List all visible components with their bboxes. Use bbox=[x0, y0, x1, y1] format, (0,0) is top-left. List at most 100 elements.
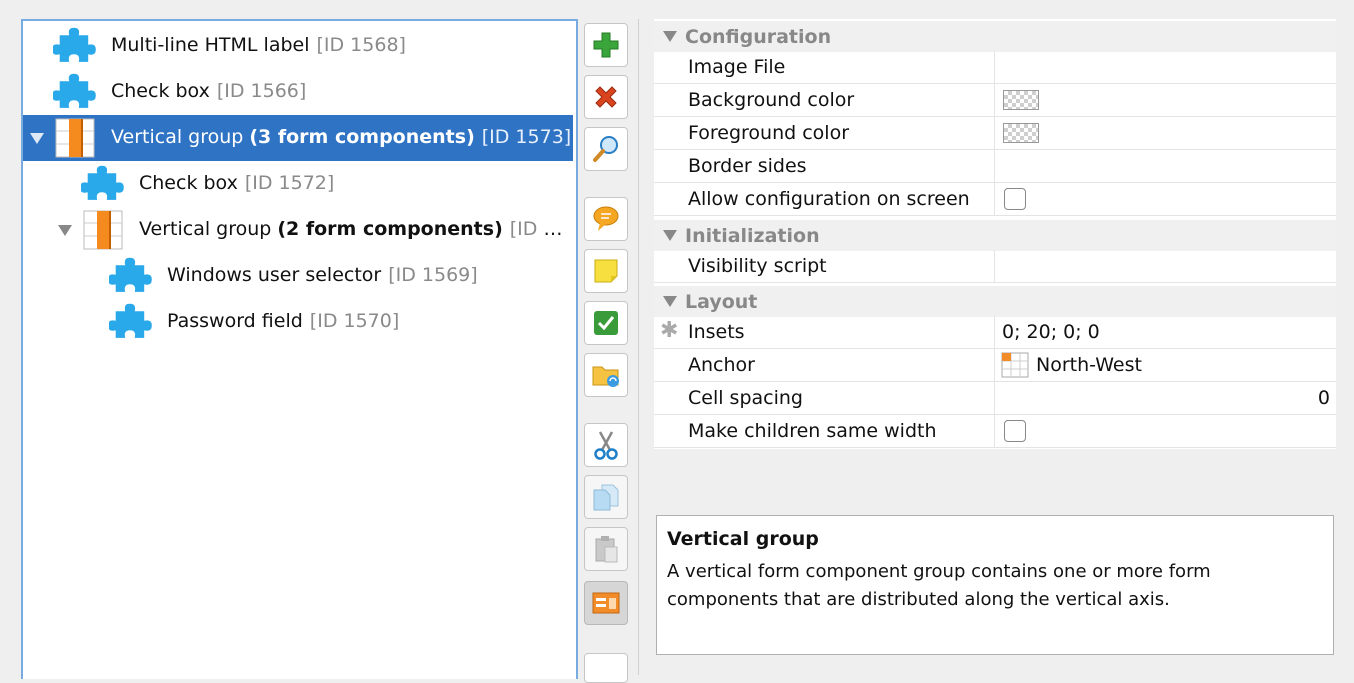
property-value[interactable] bbox=[994, 150, 1336, 182]
section-title: Layout bbox=[685, 290, 758, 313]
section-title: Configuration bbox=[685, 25, 832, 48]
property-row-cell-spacing[interactable]: Cell spacing 0 bbox=[654, 382, 1336, 415]
sticky-note-icon bbox=[594, 259, 618, 283]
property-name: Visibility script bbox=[688, 255, 827, 277]
tree-item[interactable]: Check box [ID 1572] bbox=[23, 161, 573, 207]
property-row-allow-configuration[interactable]: Allow configuration on screen bbox=[654, 183, 1336, 216]
property-row-foreground-color[interactable]: Foreground color bbox=[654, 117, 1336, 150]
tree-item[interactable]: Windows user selector [ID 1569] bbox=[23, 253, 573, 299]
description-panel: Vertical group A vertical form component… bbox=[656, 515, 1334, 655]
description-title: Vertical group bbox=[667, 528, 819, 550]
toolbar bbox=[580, 19, 639, 683]
tree-item-id: [ID 157... bbox=[509, 218, 571, 240]
cut-button[interactable] bbox=[584, 423, 628, 467]
property-row-visibility-script[interactable]: Visibility script bbox=[654, 250, 1336, 283]
property-row-image-file[interactable]: Image File bbox=[654, 51, 1336, 84]
vertical-group-icon bbox=[55, 118, 95, 158]
tree-item-id: [ID 1570] bbox=[309, 310, 400, 332]
property-value[interactable]: 0; 20; 0; 0 bbox=[994, 316, 1336, 348]
anchor-north-west-icon bbox=[1001, 352, 1029, 378]
tree-item-label: Vertical group bbox=[139, 218, 272, 240]
checkmark-icon bbox=[594, 311, 618, 335]
property-row-same-width[interactable]: Make children same width bbox=[654, 415, 1336, 448]
component-tree[interactable]: Multi-line HTML label [ID 1568] Check box… bbox=[21, 19, 578, 679]
property-name: Allow configuration on screen bbox=[688, 188, 970, 210]
property-name: Foreground color bbox=[688, 122, 850, 144]
add-button[interactable] bbox=[584, 23, 628, 67]
color-swatch[interactable] bbox=[1003, 90, 1039, 110]
section-configuration[interactable]: Configuration bbox=[654, 21, 1336, 52]
red-x-icon bbox=[595, 86, 617, 108]
note-button[interactable] bbox=[584, 249, 628, 293]
more-button[interactable] bbox=[584, 653, 628, 683]
color-swatch[interactable] bbox=[1003, 123, 1039, 143]
magnifier-icon bbox=[593, 136, 618, 162]
scissors-icon bbox=[594, 431, 618, 460]
property-name: Insets bbox=[688, 321, 745, 343]
property-name: Cell spacing bbox=[688, 387, 803, 409]
tree-item-id: [ID 1566] bbox=[216, 80, 307, 102]
collapse-arrow-icon[interactable] bbox=[663, 296, 677, 307]
tree-item[interactable]: Vertical group(2 form components) [ID 157… bbox=[23, 207, 573, 253]
tree-item-id: [ID 1573] bbox=[481, 126, 572, 148]
tree-item-label: Password field bbox=[167, 310, 303, 332]
search-button[interactable] bbox=[584, 127, 628, 171]
tree-item-label: Check box bbox=[139, 172, 238, 194]
puzzle-icon bbox=[53, 73, 96, 108]
property-value[interactable] bbox=[994, 51, 1336, 83]
property-value[interactable] bbox=[994, 84, 1336, 116]
tree-item[interactable]: Password field [ID 1570] bbox=[23, 299, 573, 345]
checkbox[interactable] bbox=[1004, 420, 1026, 442]
paste-button[interactable] bbox=[584, 527, 628, 571]
tree-item-count: (2 form components) bbox=[277, 218, 503, 240]
expand-arrow-icon[interactable] bbox=[30, 133, 44, 144]
section-title: Initialization bbox=[685, 224, 820, 247]
tree-item[interactable]: Check box [ID 1566] bbox=[23, 69, 573, 115]
tree-item-selected[interactable]: Vertical group (3 form components) [ID 157… bbox=[23, 115, 573, 161]
folder-icon bbox=[592, 366, 619, 387]
puzzle-icon bbox=[53, 27, 96, 62]
copy-icon bbox=[593, 484, 619, 511]
puzzle-icon bbox=[81, 165, 124, 200]
section-layout[interactable]: Layout bbox=[654, 286, 1336, 317]
tree-item-id: [ID 1569] bbox=[388, 264, 478, 286]
tree-item-id: [ID 1568] bbox=[316, 34, 406, 56]
anchor-value: North-West bbox=[1036, 354, 1142, 376]
property-value[interactable]: 0 bbox=[994, 382, 1336, 414]
property-row-insets[interactable]: ✱ Insets 0; 20; 0; 0 bbox=[654, 316, 1336, 349]
preview-button[interactable] bbox=[584, 581, 628, 625]
property-value[interactable] bbox=[994, 117, 1336, 149]
puzzle-icon bbox=[109, 303, 152, 338]
tree-item-label: Windows user selector bbox=[167, 264, 382, 286]
delete-button[interactable] bbox=[584, 75, 628, 119]
property-row-anchor[interactable]: Anchor North-West bbox=[654, 349, 1336, 382]
section-initialization[interactable]: Initialization bbox=[654, 220, 1336, 251]
property-name: Anchor bbox=[688, 354, 755, 376]
puzzle-icon bbox=[109, 257, 152, 292]
tree-item-count: (3 form components) bbox=[249, 126, 475, 148]
property-value[interactable]: North-West bbox=[994, 349, 1336, 381]
collapse-arrow-icon[interactable] bbox=[663, 31, 677, 42]
property-name: Border sides bbox=[688, 155, 807, 177]
description-text: A vertical form component group contains… bbox=[667, 561, 1211, 610]
property-name: Make children same width bbox=[688, 420, 937, 442]
property-row-background-color[interactable]: Background color bbox=[654, 84, 1336, 117]
property-name: Background color bbox=[688, 89, 855, 111]
speech-bubble-icon bbox=[593, 206, 619, 231]
expand-arrow-icon[interactable] bbox=[58, 225, 72, 236]
copy-button[interactable] bbox=[584, 475, 628, 519]
property-row-border-sides[interactable]: Border sides bbox=[654, 150, 1336, 183]
checkbox[interactable] bbox=[1004, 188, 1026, 210]
property-name: Image File bbox=[688, 56, 786, 78]
collapse-arrow-icon[interactable] bbox=[663, 230, 677, 241]
form-preview-icon bbox=[592, 592, 620, 614]
modified-asterisk-icon: ✱ bbox=[660, 318, 679, 343]
tree-item[interactable]: Multi-line HTML label [ID 1568] bbox=[23, 23, 573, 69]
property-value bbox=[994, 415, 1336, 447]
plus-icon bbox=[593, 32, 619, 58]
validate-button[interactable] bbox=[584, 301, 628, 345]
property-value[interactable] bbox=[994, 250, 1336, 282]
comment-button[interactable] bbox=[584, 197, 628, 241]
tree-item-label: Multi-line HTML label bbox=[111, 34, 310, 56]
open-folder-button[interactable] bbox=[584, 353, 628, 397]
